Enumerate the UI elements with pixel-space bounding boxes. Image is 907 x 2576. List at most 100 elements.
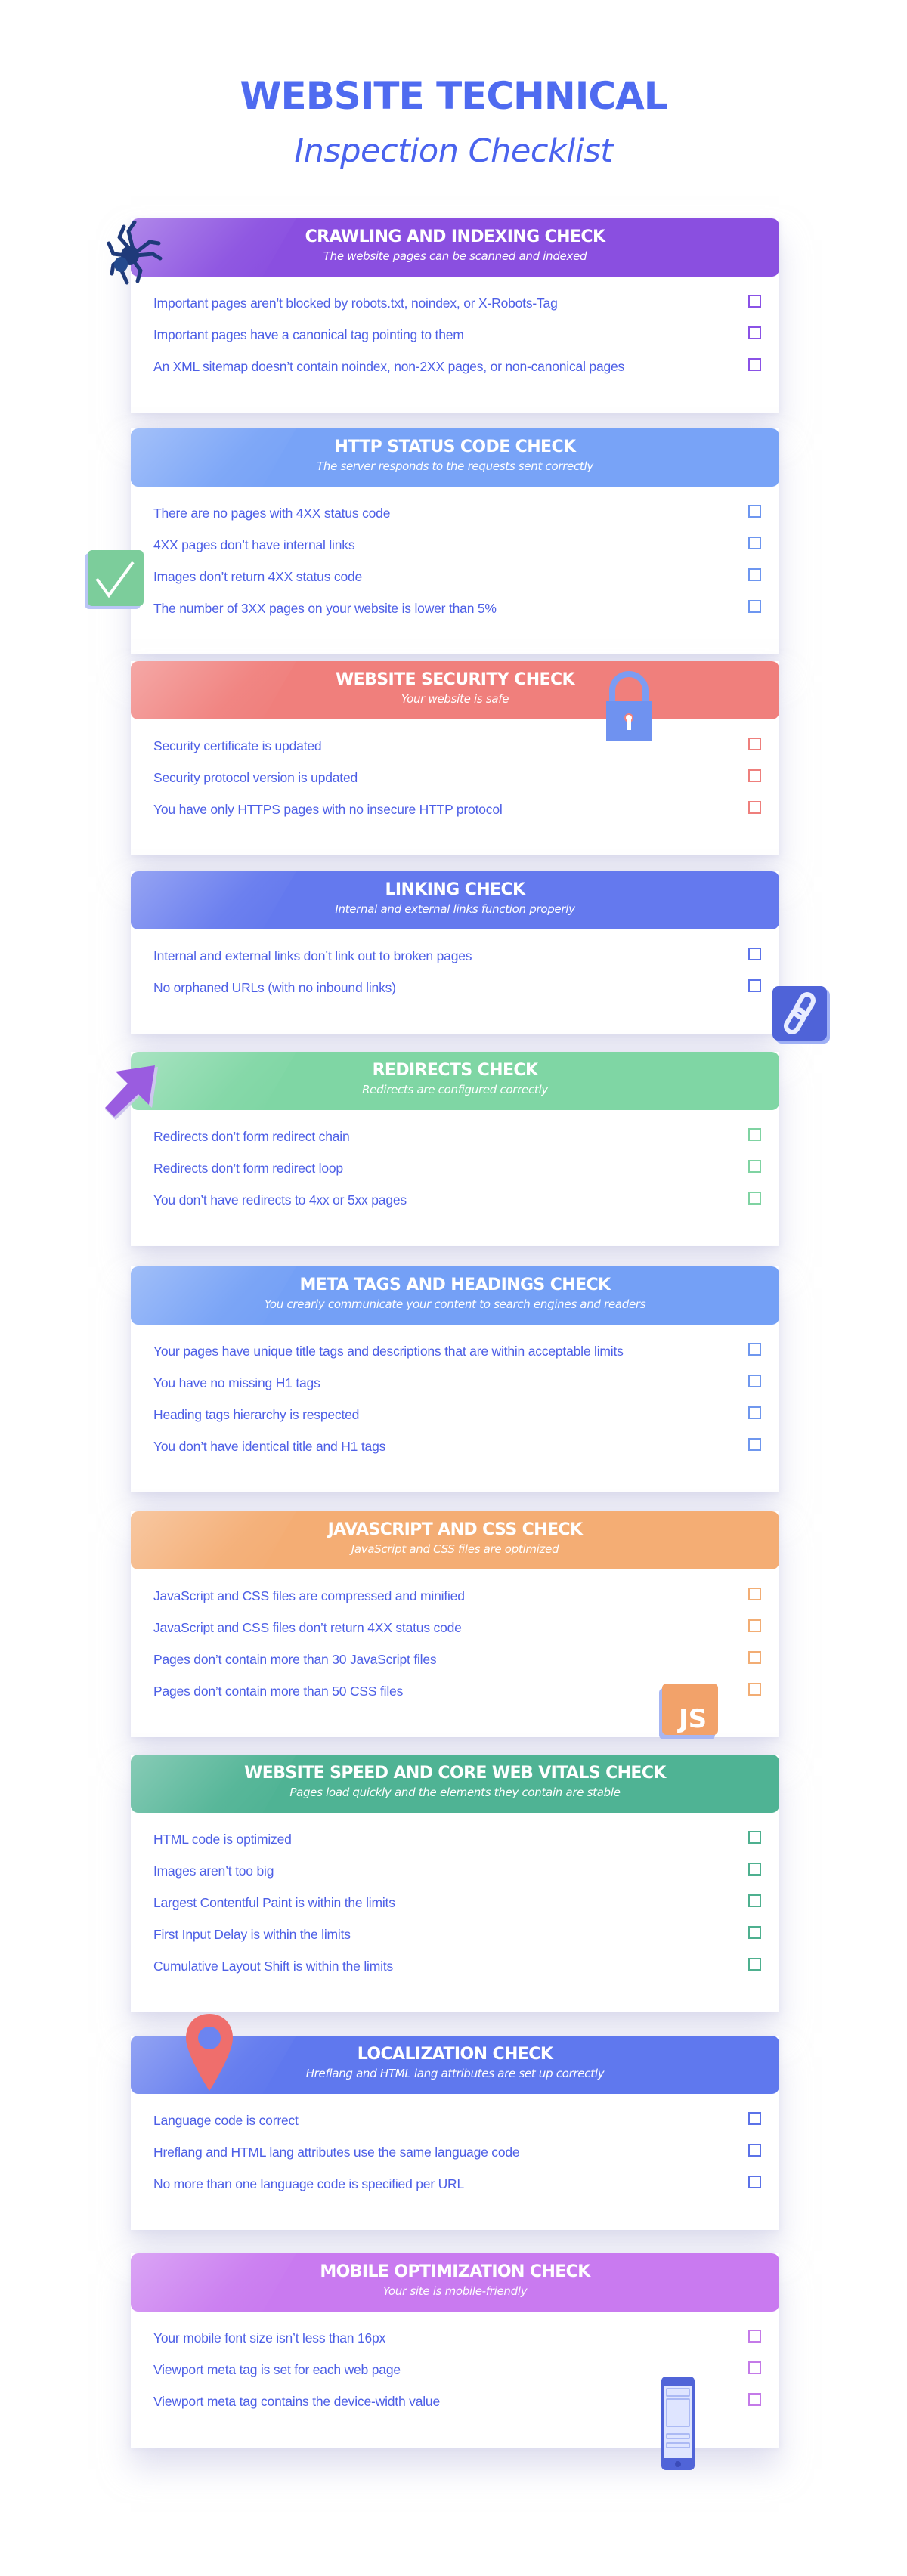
section-title: CRAWLING AND INDEXING CHECK xyxy=(305,227,605,246)
js-icon: JS xyxy=(659,1684,720,1741)
checklist-item: Pages don’t contain more than 30 JavaScr… xyxy=(131,1644,779,1675)
checklist-checkbox[interactable] xyxy=(748,568,761,581)
checklist-item: Important pages have a canonical tag poi… xyxy=(131,319,779,351)
checklist-item: Redirects don’t form redirect loop xyxy=(131,1152,779,1184)
checklist-item: No orphaned URLs (with no inbound links) xyxy=(131,972,779,1003)
checklist-item: You have no missing H1 tags xyxy=(131,1367,779,1399)
checklist-item-label: Security certificate is updated xyxy=(153,738,322,753)
checklist-item-label: Important pages aren’t blocked by robots… xyxy=(153,295,558,311)
checklist-item-label: Redirects don’t form redirect chain xyxy=(153,1128,350,1144)
checklist-item-label: Your mobile font size isn’t less than 16… xyxy=(153,2330,386,2346)
checklist-item: 4XX pages don’t have internal links xyxy=(131,529,779,561)
checklist-item-label: Hreflang and HTML lang attributes use th… xyxy=(153,2144,520,2160)
checklist-checkbox[interactable] xyxy=(748,2176,761,2188)
checklist-checkbox[interactable] xyxy=(748,326,761,339)
checklist-item: Security certificate is updated xyxy=(131,730,779,762)
checklist-item: You have only HTTPS pages with no insecu… xyxy=(131,793,779,825)
checklist-checkbox[interactable] xyxy=(748,1406,761,1419)
section-subtitle: Your site is mobile-friendly xyxy=(382,2284,528,2298)
checklist-checkbox[interactable] xyxy=(748,1894,761,1907)
page-title: WEBSITE TECHNICAL xyxy=(240,74,667,118)
checklist-item-label: Viewport meta tag is set for each web pa… xyxy=(153,2361,401,2377)
checklist-checkbox[interactable] xyxy=(748,2330,761,2343)
section-subtitle: Your website is safe xyxy=(401,692,509,706)
checklist-item: Language code is correct xyxy=(131,2104,779,2136)
section-header: HTTP STATUS CODE CHECK The server respond… xyxy=(131,428,779,487)
checklist-checkbox[interactable] xyxy=(748,1128,761,1141)
checklist-checkbox[interactable] xyxy=(748,1619,761,1632)
checklist-checkbox[interactable] xyxy=(748,1438,761,1451)
checklist-checkbox[interactable] xyxy=(748,1831,761,1844)
checklist-item-label: No more than one language code is specif… xyxy=(153,2176,465,2191)
checklist-item: Internal and external links don’t link o… xyxy=(131,940,779,972)
checklist-item: First Input Delay is within the limits xyxy=(131,1919,779,1950)
checklist-item: Hreflang and HTML lang attributes use th… xyxy=(131,2136,779,2168)
section-title: MOBILE OPTIMIZATION CHECK xyxy=(320,2262,590,2281)
checklist-checkbox[interactable] xyxy=(748,1160,761,1173)
checklist-checkbox[interactable] xyxy=(748,1588,761,1600)
checklist-checkbox[interactable] xyxy=(748,1192,761,1205)
section-items: Redirects don’t form redirect chain Redir… xyxy=(131,1110,779,1246)
checklist-item-label: HTML code is optimized xyxy=(153,1831,292,1847)
checklist-checkbox[interactable] xyxy=(748,600,761,613)
checklist-checkbox[interactable] xyxy=(748,1863,761,1876)
checklist-checkbox[interactable] xyxy=(748,1683,761,1696)
checklist-checkbox[interactable] xyxy=(748,769,761,782)
checklist-item: Heading tags hierarchy is respected xyxy=(131,1399,779,1430)
checklist-checkbox[interactable] xyxy=(748,2393,761,2406)
checklist-checkbox[interactable] xyxy=(748,979,761,992)
checklist-item-label: Internal and external links don’t link o… xyxy=(153,948,472,963)
checklist-item-label: There are no pages with 4XX status code xyxy=(153,505,391,521)
section-items: Security certificate is updated Security … xyxy=(131,719,779,855)
section-header: REDIRECTS CHECK Redirects are configured … xyxy=(131,1052,779,1110)
section-subtitle: Redirects are configured correctly xyxy=(362,1083,548,1096)
section-items: There are no pages with 4XX status code 4… xyxy=(131,487,779,654)
checklist-item: The number of 3XX pages on your website … xyxy=(131,592,779,624)
section-subtitle: Internal and external links function pro… xyxy=(335,902,575,916)
checklist-checkbox[interactable] xyxy=(748,2112,761,2125)
checklist-item: Important pages aren’t blocked by robots… xyxy=(131,287,779,319)
section-card: WEBSITE SECURITY CHECK Your website is sa… xyxy=(131,661,779,855)
checklist-item: Security protocol version is updated xyxy=(131,762,779,793)
checklist-item: JavaScript and CSS files don’t return 4X… xyxy=(131,1612,779,1644)
section-card: META TAGS AND HEADINGS CHECK You crearly … xyxy=(131,1266,779,1492)
checklist-checkbox[interactable] xyxy=(748,1343,761,1356)
checklist-checkbox[interactable] xyxy=(748,948,761,960)
section-subtitle: You crearly communicate your content to … xyxy=(264,1297,646,1311)
checklist-checkbox[interactable] xyxy=(748,537,761,549)
cursor-arrow-icon xyxy=(102,1064,163,1124)
checklist-item: No more than one language code is specif… xyxy=(131,2168,779,2200)
checklist-item-label: Images don’t return 4XX status code xyxy=(153,568,363,584)
checklist-item-label: Largest Contentful Paint is within the l… xyxy=(153,1894,395,1910)
section-title: HTTP STATUS CODE CHECK xyxy=(334,438,577,456)
checklist-checkbox[interactable] xyxy=(748,801,761,814)
spider-icon xyxy=(104,220,165,289)
checklist-checkbox[interactable] xyxy=(748,1651,761,1664)
checklist-checkbox[interactable] xyxy=(748,1926,761,1939)
checklist-item-label: You don’t have redirects to 4xx or 5xx p… xyxy=(153,1192,407,1208)
checklist-checkbox[interactable] xyxy=(748,505,761,518)
section-subtitle: The server responds to the requests sent… xyxy=(317,459,593,473)
checklist-checkbox[interactable] xyxy=(748,2144,761,2157)
section-title: LINKING CHECK xyxy=(385,880,526,899)
checklist-checkbox[interactable] xyxy=(748,358,761,371)
checklist-item: Cumulative Layout Shift is within the li… xyxy=(131,1950,779,1982)
section-title: REDIRECTS CHECK xyxy=(372,1061,538,1080)
checklist-checkbox[interactable] xyxy=(748,1958,761,1971)
checklist-checkbox[interactable] xyxy=(748,1375,761,1387)
section-items: Your pages have unique title tags and de… xyxy=(131,1325,779,1492)
js-icon-label: JS xyxy=(677,1704,707,1734)
checklist-item-label: Important pages have a canonical tag poi… xyxy=(153,326,464,342)
checklist-checkbox[interactable] xyxy=(748,295,761,308)
section-header: META TAGS AND HEADINGS CHECK You crearly … xyxy=(131,1266,779,1325)
checklist-checkbox[interactable] xyxy=(748,2361,761,2374)
checklist-checkbox[interactable] xyxy=(748,738,761,750)
section-card: HTTP STATUS CODE CHECK The server respond… xyxy=(131,428,779,654)
section-title: WEBSITE SECURITY CHECK xyxy=(336,670,575,689)
section-items: HTML code is optimized Images aren’t too … xyxy=(131,1813,779,2012)
section-title: WEBSITE SPEED AND CORE WEB VITALS CHECK xyxy=(244,1764,666,1783)
checklist-item-label: Language code is correct xyxy=(153,2112,299,2128)
checklist-item: An XML sitemap doesn’t contain noindex, … xyxy=(131,351,779,382)
section-items: Important pages aren’t blocked by robots… xyxy=(131,277,779,413)
checklist-item-label: 4XX pages don’t have internal links xyxy=(153,537,355,552)
